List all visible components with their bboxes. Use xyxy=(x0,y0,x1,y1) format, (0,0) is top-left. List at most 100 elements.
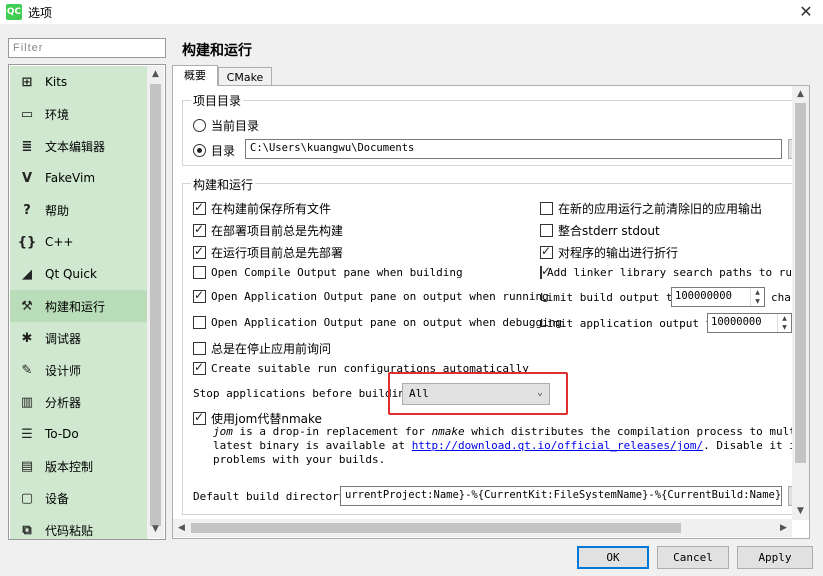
checkbox-box[interactable] xyxy=(193,342,206,355)
default-build-dir-label: Default build directory: xyxy=(193,490,352,503)
sidebar-item-label: C++ xyxy=(45,235,74,249)
sidebar-scrollbar[interactable]: ▲ ▼ xyxy=(147,66,164,538)
checkbox-ask-before-stop[interactable]: 总是在停止应用前询问 xyxy=(193,340,331,357)
cancel-button[interactable]: Cancel xyxy=(657,546,729,569)
sidebar-item-label: 文本编辑器 xyxy=(45,139,106,154)
sidebar-item[interactable]: {} C++ xyxy=(10,226,148,258)
checkbox-open-app-output-debugging[interactable]: Open Application Output pane on output w… xyxy=(193,316,562,329)
checkbox-box[interactable] xyxy=(193,360,206,375)
cpp-braces-icon: {} xyxy=(17,234,37,250)
scroll-up-arrow-icon[interactable]: ▲ xyxy=(147,66,164,83)
sidebar-item[interactable]: ▭ 环境 xyxy=(10,98,148,130)
sidebar-item[interactable]: ? 帮助 xyxy=(10,194,148,226)
checkbox-box[interactable] xyxy=(193,222,206,237)
filter-input[interactable] xyxy=(8,38,166,58)
checkbox-box[interactable] xyxy=(193,244,206,259)
version-control-icon: ▤ xyxy=(20,458,34,474)
limit-build-output-spinbox[interactable]: 100000000 ▲ ▼ xyxy=(671,287,765,307)
checkbox-wrap-output[interactable]: 对程序的输出进行折行 xyxy=(540,244,678,261)
checkbox-clear-old-output[interactable]: 在新的应用运行之前清除旧的应用输出 xyxy=(540,200,762,217)
checkbox-box[interactable] xyxy=(540,244,553,259)
checkbox-box[interactable] xyxy=(193,200,206,215)
window-title: 选项 xyxy=(28,6,53,20)
checkbox-merge-stderr-stdout[interactable]: 整合stderr stdout xyxy=(540,222,660,239)
sidebar-item-label: Kits xyxy=(45,75,68,89)
sidebar-item-label: Qt Quick xyxy=(45,267,97,281)
apply-button[interactable]: Apply xyxy=(737,546,813,569)
limit-app-output-value[interactable]: 10000000 xyxy=(708,314,777,332)
jom-description-line1: jom is a drop-in replacement for nmake w… xyxy=(213,425,793,438)
sidebar-item[interactable]: ✎ 设计师 xyxy=(10,354,148,386)
sidebar-item[interactable]: ◢ Qt Quick xyxy=(10,258,148,290)
sidebar-item[interactable]: ⊞ Kits xyxy=(10,66,148,98)
checkbox-build-before-deploy[interactable]: 在部署项目前总是先构建 xyxy=(193,222,343,239)
spin-arrows-icon[interactable]: ▲ ▼ xyxy=(777,314,791,332)
default-build-dir-input[interactable]: urrentProject:Name}-%{CurrentKit:FileSys… xyxy=(340,486,782,506)
checkbox-box[interactable] xyxy=(193,288,206,303)
checkbox-box[interactable] xyxy=(193,410,206,425)
panel-vertical-scroll-thumb[interactable] xyxy=(795,103,806,463)
sidebar-item[interactable]: ▢ 设备 xyxy=(10,482,148,514)
sidebar-scroll-thumb[interactable] xyxy=(150,84,161,526)
checkbox-label: Add linker library search paths to run xyxy=(547,266,792,279)
sidebar-item[interactable]: ▥ 分析器 xyxy=(10,386,148,418)
sidebar-item[interactable]: ⚒ 构建和运行 xyxy=(10,290,148,322)
sidebar-item[interactable]: V FakeVim xyxy=(10,162,148,194)
sidebar-item[interactable]: ⧉ 代码粘贴 xyxy=(10,514,148,539)
stop-apps-label: Stop applications before building: xyxy=(193,387,419,400)
scroll-left-arrow-icon[interactable]: ◀ xyxy=(173,519,190,537)
spin-arrows-icon[interactable]: ▲ ▼ xyxy=(750,288,764,306)
sidebar-item-label: To-Do xyxy=(45,427,79,441)
checkbox-open-compile-output[interactable]: Open Compile Output pane when building xyxy=(193,266,463,279)
panel-vertical-scrollbar[interactable]: ▲ ▼ xyxy=(792,86,809,520)
checkbox-box[interactable] xyxy=(540,224,553,237)
checkbox-box[interactable] xyxy=(540,202,553,215)
sidebar: ⊞ Kits ▭ 环境 ≣ 文本编辑器 V FakeVim? 帮助 {} C++ ◢ Qt Quick ⚒… xyxy=(8,64,166,540)
checkbox-add-linker-paths[interactable]: Add linker library search paths to run xyxy=(540,266,792,279)
scroll-up-arrow-icon[interactable]: ▲ xyxy=(792,86,809,103)
sidebar-item[interactable]: ☰ To-Do xyxy=(10,418,148,450)
sidebar-item-label: 帮助 xyxy=(45,203,70,218)
tab-general[interactable]: 概要 xyxy=(172,65,218,86)
dir-radio[interactable]: 目录 xyxy=(193,142,235,159)
project-dir-group-title: 项目目录 xyxy=(191,92,244,109)
ok-button[interactable]: OK xyxy=(577,546,649,569)
panel-horizontal-scrollbar[interactable]: ◀ ▶ xyxy=(173,519,792,537)
checkbox-label: 在构建前保存所有文件 xyxy=(211,202,332,216)
jom-desc-text: latest binary is available at xyxy=(213,439,412,452)
dir-radio-button[interactable] xyxy=(193,144,206,157)
jom-term: jom xyxy=(213,425,233,438)
checkbox-box[interactable] xyxy=(193,266,206,279)
current-dir-radio[interactable]: 当前目录 xyxy=(193,117,259,134)
scroll-down-arrow-icon[interactable]: ▼ xyxy=(147,521,164,538)
panel-horizontal-scroll-thumb[interactable] xyxy=(191,523,681,533)
jom-desc-text: which distributes the compilation proces… xyxy=(471,425,793,438)
jom-description-line3: problems with your builds. xyxy=(213,453,386,466)
checkbox-box[interactable] xyxy=(540,266,551,279)
hammer-icon: ⚒ xyxy=(21,298,33,314)
jom-desc-text: . Disable it if you exp xyxy=(703,439,793,452)
fakevim-icon: V xyxy=(21,170,33,186)
limit-app-output-spinbox[interactable]: 10000000 ▲ ▼ xyxy=(707,313,792,333)
sidebar-item[interactable]: ≣ 文本编辑器 xyxy=(10,130,148,162)
jom-download-link[interactable]: http://download.qt.io/official_releases/… xyxy=(412,439,703,452)
scroll-down-arrow-icon[interactable]: ▼ xyxy=(792,503,809,520)
project-dir-input[interactable]: C:\Users\kuangwu\Documents xyxy=(245,139,782,159)
checkbox-deploy-before-run[interactable]: 在运行项目前总是先部署 xyxy=(193,244,343,261)
close-icon[interactable]: ✕ xyxy=(795,1,817,23)
bug-icon: ✱ xyxy=(21,330,33,346)
checkbox-open-app-output-running[interactable]: Open Application Output pane on output w… xyxy=(193,288,549,303)
sidebar-item[interactable]: ▤ 版本控制 xyxy=(10,450,148,482)
limit-app-output-label: Limit application output to xyxy=(540,317,719,330)
checkbox-box[interactable] xyxy=(193,316,206,329)
checkbox-save-before-build[interactable]: 在构建前保存所有文件 xyxy=(193,200,331,217)
analyzer-icon: ▥ xyxy=(20,394,34,410)
highlight-annotation-box xyxy=(388,372,568,415)
limit-build-output-label: Limit build output to xyxy=(540,291,680,304)
limit-build-output-value[interactable]: 100000000 xyxy=(672,288,750,306)
sidebar-item[interactable]: ✱ 调试器 xyxy=(10,322,148,354)
current-dir-label: 当前目录 xyxy=(211,119,260,133)
current-dir-radio-button[interactable] xyxy=(193,119,206,132)
tab-cmake[interactable]: CMake xyxy=(218,67,272,86)
scroll-right-arrow-icon[interactable]: ▶ xyxy=(775,519,792,537)
